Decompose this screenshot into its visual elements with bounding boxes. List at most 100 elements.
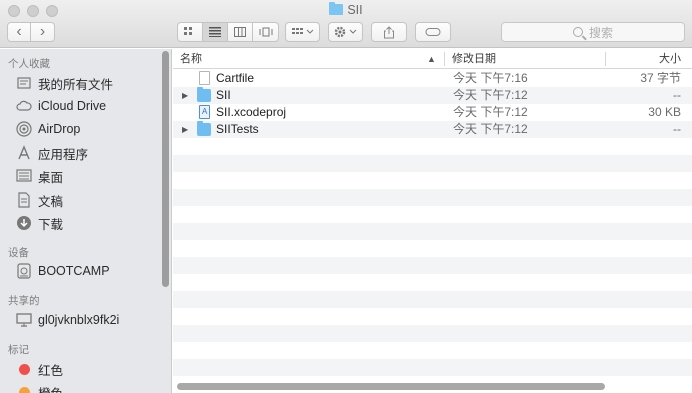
list-view-button[interactable] xyxy=(203,23,228,41)
empty-row xyxy=(173,138,692,155)
sidebar-item-applications[interactable]: 应用程序 xyxy=(16,143,88,163)
sidebar-item-shared-computer[interactable]: gl0jvknblx9fk2i xyxy=(16,310,119,330)
share-icon xyxy=(384,25,394,38)
file-size: -- xyxy=(673,88,681,102)
sidebar-item-airdrop[interactable]: AirDrop xyxy=(16,119,80,139)
window-title: SII xyxy=(0,2,692,18)
folder-icon xyxy=(197,87,211,102)
file-size: 37 字节 xyxy=(640,71,681,85)
share-button[interactable] xyxy=(371,22,407,42)
search-field[interactable]: 搜索 xyxy=(501,22,685,42)
arrange-icon xyxy=(291,28,313,34)
file-row-sii[interactable]: ▶ SII 今天 下午7:12 -- xyxy=(173,87,692,104)
action-button[interactable] xyxy=(328,22,363,42)
file-size: 30 KB xyxy=(648,105,681,119)
column-header-date[interactable]: 修改日期 xyxy=(452,49,496,69)
forward-button[interactable]: › xyxy=(31,23,54,41)
column-view-icon xyxy=(234,27,246,37)
sidebar-scrollbar[interactable] xyxy=(162,51,169,287)
folder-icon xyxy=(197,121,211,136)
column-header-size[interactable]: 大小 xyxy=(659,49,681,69)
tag-icon xyxy=(425,28,441,36)
file-size: -- xyxy=(673,122,681,136)
column-divider[interactable] xyxy=(444,52,445,66)
disclosure-triangle-icon[interactable]: ▶ xyxy=(182,121,188,138)
file-name: Cartfile xyxy=(216,71,255,85)
file-date: 今天 下午7:12 xyxy=(453,88,528,102)
desktop-icon xyxy=(16,168,32,184)
sidebar-item-tag-orange[interactable]: 橙色 xyxy=(16,382,63,393)
empty-row xyxy=(173,189,692,206)
horizontal-scrollbar[interactable] xyxy=(177,383,605,390)
sidebar-item-label: 文稿 xyxy=(38,194,64,209)
sidebar-item-desktop[interactable]: 桌面 xyxy=(16,166,63,186)
disclosure-triangle-icon[interactable]: ▶ xyxy=(182,87,188,104)
sidebar-item-label: 红色 xyxy=(38,363,64,378)
empty-row xyxy=(173,240,692,257)
empty-row xyxy=(173,155,692,172)
empty-row xyxy=(173,325,692,342)
sidebar-item-all-files[interactable]: 我的所有文件 xyxy=(16,73,113,93)
file-row-xcodeproj[interactable]: SII.xcodeproj 今天 下午7:12 30 KB xyxy=(173,103,692,121)
empty-row xyxy=(173,257,692,274)
search-icon xyxy=(572,27,583,37)
airdrop-icon xyxy=(16,121,32,137)
file-list: 名称 ▲ 修改日期 大小 Cartfile 今天 下午7:16 37 字节 ▶ … xyxy=(173,49,692,393)
file-name: SII.xcodeproj xyxy=(216,105,287,119)
window-title-text: SII xyxy=(347,3,363,17)
back-forward-buttons: ‹ › xyxy=(7,22,55,42)
empty-row xyxy=(173,342,692,359)
empty-row xyxy=(173,223,692,240)
column-header-name[interactable]: 名称 xyxy=(180,49,202,69)
applications-icon xyxy=(16,145,32,161)
gear-icon xyxy=(334,26,356,38)
edit-tags-button[interactable] xyxy=(415,22,451,42)
sidebar-item-downloads[interactable]: 下载 xyxy=(16,213,63,233)
sidebar-item-label: BOOTCAMP xyxy=(38,264,110,278)
cover-flow-button[interactable] xyxy=(253,23,278,41)
sidebar-item-label: 橙色 xyxy=(38,383,63,393)
empty-row xyxy=(173,359,692,376)
arrange-button[interactable] xyxy=(285,22,320,42)
sidebar-item-label: 下载 xyxy=(38,217,64,232)
sidebar-section-favorites: 个人收藏 xyxy=(8,58,50,70)
document-icon xyxy=(199,71,210,85)
icon-view-button[interactable] xyxy=(178,23,203,41)
empty-row xyxy=(173,291,692,308)
search-placeholder: 搜索 xyxy=(588,25,613,40)
list-view-icon xyxy=(209,27,221,37)
sidebar-section-devices: 设备 xyxy=(8,247,29,259)
file-row-cartfile[interactable]: Cartfile 今天 下午7:16 37 字节 xyxy=(173,70,692,87)
sidebar-item-bootcamp[interactable]: BOOTCAMP xyxy=(16,261,110,281)
computer-icon xyxy=(16,312,32,328)
file-date: 今天 下午7:12 xyxy=(453,122,528,136)
back-button[interactable]: ‹ xyxy=(8,23,31,41)
sidebar-item-label: AirDrop xyxy=(38,122,81,136)
empty-row xyxy=(173,274,692,291)
sidebar-item-label: gl0jvknblx9fk2i xyxy=(38,313,120,327)
sidebar-item-label: iCloud Drive xyxy=(38,99,107,113)
sidebar-item-tag-red[interactable]: 红色 xyxy=(16,359,63,379)
file-row-siitests[interactable]: ▶ SIITests 今天 下午7:12 -- xyxy=(173,121,692,138)
folder-icon xyxy=(329,2,344,15)
empty-row xyxy=(173,172,692,189)
orange-tag-icon xyxy=(16,384,32,393)
file-date: 今天 下午7:12 xyxy=(453,105,528,119)
all-files-icon xyxy=(16,75,32,91)
column-view-button[interactable] xyxy=(228,23,253,41)
cloud-icon xyxy=(16,98,32,114)
column-divider[interactable] xyxy=(605,52,606,66)
sidebar: 个人收藏 我的所有文件 iCloud Drive AirDrop 应用程序 桌面… xyxy=(0,49,172,393)
file-rows: Cartfile 今天 下午7:16 37 字节 ▶ SII 今天 下午7:12… xyxy=(173,70,692,376)
file-date: 今天 下午7:16 xyxy=(453,71,528,85)
sidebar-item-icloud-drive[interactable]: iCloud Drive xyxy=(16,96,106,116)
empty-row xyxy=(173,206,692,223)
file-name: SIITests xyxy=(216,122,259,136)
cover-flow-icon xyxy=(259,27,272,37)
list-header: 名称 ▲ 修改日期 大小 xyxy=(173,49,692,69)
xcodeproj-icon xyxy=(199,103,210,120)
download-icon xyxy=(16,215,32,231)
sidebar-item-documents[interactable]: 文稿 xyxy=(16,190,63,210)
sidebar-item-label: 应用程序 xyxy=(38,147,89,162)
sidebar-section-tags: 标记 xyxy=(8,344,29,356)
